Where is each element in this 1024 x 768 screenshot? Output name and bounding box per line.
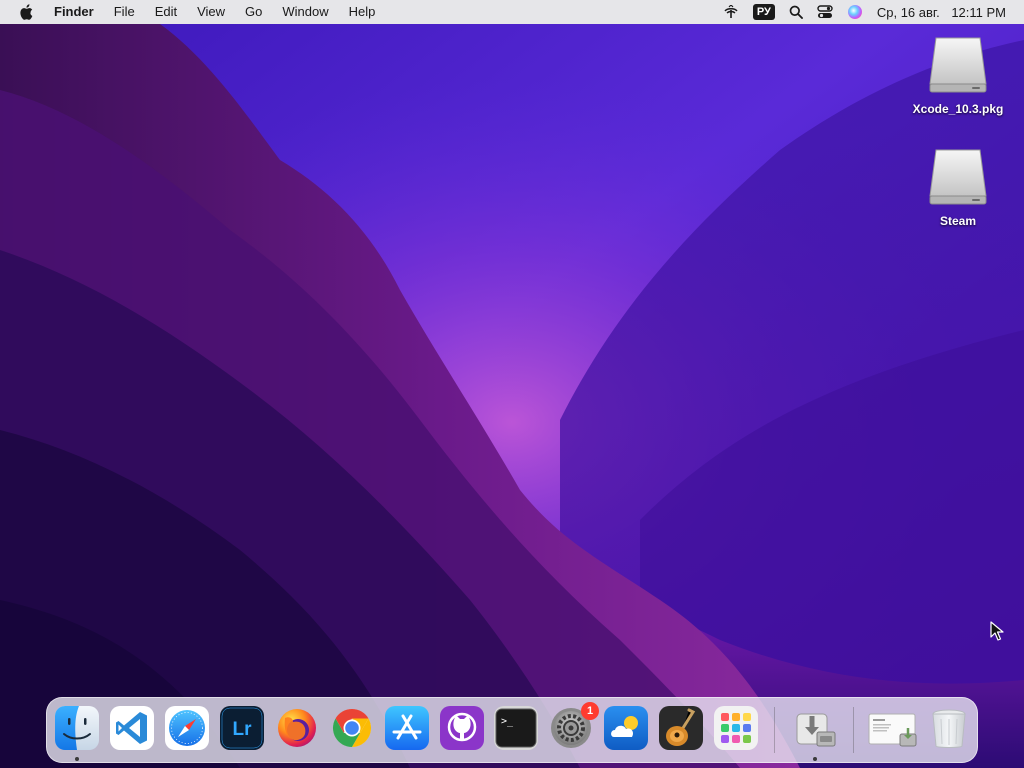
dock-github-desktop[interactable] — [440, 706, 484, 750]
terminal-icon: >_ — [495, 708, 537, 748]
lightroom-icon: Lr — [221, 707, 263, 749]
dock-app-store[interactable] — [385, 706, 429, 750]
desktop-icon-steam[interactable]: Steam — [903, 146, 1013, 228]
menu-bar: Finder File Edit View Go Window Help РУ — [0, 0, 1024, 24]
app-store-icon — [385, 706, 429, 750]
dock-downloads-stack[interactable] — [868, 706, 917, 750]
airdrop-status-icon[interactable] — [723, 0, 739, 24]
dock-system-preferences[interactable]: 1 — [549, 702, 599, 750]
desktop-icon-label: Steam — [939, 214, 977, 228]
running-indicator — [75, 757, 79, 761]
input-language-icon[interactable]: РУ — [752, 0, 775, 24]
spotlight-search-icon[interactable] — [789, 0, 803, 24]
apple-menu-icon[interactable] — [12, 0, 40, 24]
dock-vscode[interactable] — [110, 706, 154, 750]
dock-safari[interactable] — [165, 706, 209, 750]
finder-icon — [55, 706, 99, 750]
dock-installer[interactable] — [793, 706, 837, 750]
dock-finder[interactable] — [55, 706, 99, 750]
downloads-stack-icon — [868, 713, 917, 747]
running-indicator — [813, 757, 817, 761]
github-icon — [440, 706, 484, 750]
dock: Lr >_ 1 — [46, 697, 978, 763]
clock-time: 12:11 PM — [951, 4, 1006, 20]
input-language-label: РУ — [752, 4, 775, 20]
installer-icon — [796, 713, 836, 747]
desktop-wallpaper — [0, 0, 1024, 768]
menu-file[interactable]: File — [104, 0, 145, 24]
disk-image-icon — [929, 37, 987, 93]
dock-launchpad[interactable] — [714, 706, 758, 750]
clock-date: Ср, 16 авг. — [876, 4, 940, 20]
dock-garageband[interactable] — [659, 706, 703, 750]
dock-lightroom[interactable]: Lr — [220, 706, 264, 750]
menu-app-name[interactable]: Finder — [40, 0, 104, 24]
disk-image-icon — [929, 149, 987, 205]
notification-badge: 1 — [581, 702, 599, 720]
mouse-pointer-icon — [990, 621, 1004, 641]
dock-separator — [853, 707, 854, 753]
dock-weather[interactable] — [604, 706, 648, 750]
menu-view[interactable]: View — [187, 0, 235, 24]
weather-icon — [604, 706, 648, 750]
firefox-icon — [278, 709, 316, 747]
dock-terminal[interactable]: >_ — [494, 706, 538, 750]
desktop-icon-label: Xcode_10.3.pkg — [912, 102, 1004, 116]
lightroom-icon-text: Lr — [233, 719, 253, 740]
control-center-icon[interactable] — [817, 0, 833, 24]
trash-icon — [932, 709, 966, 748]
menu-clock[interactable]: Ср, 16 авг. 12:11 PM — [877, 5, 1006, 20]
siri-icon[interactable] — [847, 0, 863, 24]
chrome-icon — [332, 708, 372, 748]
dock-trash[interactable] — [927, 706, 971, 750]
dock-separator — [774, 707, 775, 753]
garageband-icon — [659, 706, 703, 750]
vscode-icon — [116, 712, 147, 744]
menu-window[interactable]: Window — [272, 0, 338, 24]
dock-chrome[interactable] — [330, 706, 374, 750]
safari-icon — [169, 710, 205, 746]
menu-edit[interactable]: Edit — [145, 0, 187, 24]
dock-firefox[interactable] — [275, 706, 319, 750]
menu-help[interactable]: Help — [339, 0, 386, 24]
terminal-icon-text: >_ — [501, 716, 514, 727]
menu-go[interactable]: Go — [235, 0, 272, 24]
desktop-icon-xcode-pkg[interactable]: Xcode_10.3.pkg — [903, 34, 1013, 116]
launchpad-icon — [721, 713, 751, 743]
